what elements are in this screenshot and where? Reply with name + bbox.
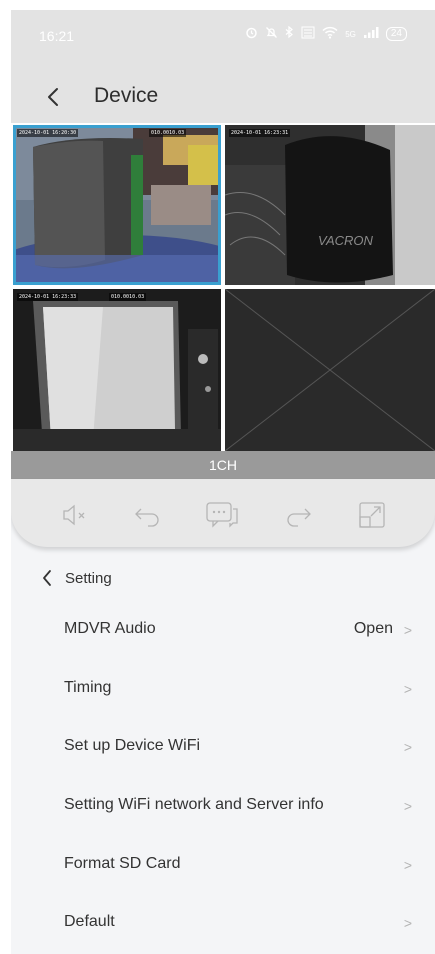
chat-bubble-icon (206, 502, 238, 528)
menu-item-label: Setting WiFi network and Server info (64, 796, 324, 814)
chevron-right-icon: > (403, 622, 412, 638)
chevron-right-icon: > (403, 680, 412, 697)
channel-3-timestamp: 2024-10-01 16:23:33 (17, 293, 79, 301)
network-type-icon: 5G (345, 29, 356, 39)
brand-logo-text: VACRON (318, 233, 374, 248)
page-title: Device (94, 84, 159, 107)
menu-item-timing[interactable]: Timing > (11, 659, 435, 718)
camera-feed-3-image (13, 289, 221, 451)
playback-controls (11, 479, 435, 547)
status-bar: 16:21 5G 24 (11, 10, 435, 62)
channel-2-timestamp: 2024-10-01 16:23:31 (229, 129, 291, 137)
chevron-left-icon (48, 88, 58, 106)
camera-feed-2-image: VACRON (225, 125, 435, 285)
menu-item-label: MDVR Audio (64, 620, 156, 637)
menu-item-label: Format SD Card (64, 854, 181, 872)
no-signal-placeholder (225, 289, 435, 451)
fullscreen-button[interactable] (356, 499, 388, 531)
net-speed-icon (301, 26, 315, 42)
speaker-mute-icon (63, 504, 85, 526)
chevron-right-icon: > (403, 915, 412, 932)
menu-item-label: Timing (64, 678, 112, 696)
video-grid: 2024-10-01 16:20:30 010.0010.03 VACRON 2… (11, 123, 435, 451)
menu-item-device-wifi[interactable]: Set up Device WiFi > (11, 717, 435, 776)
channel-3-info: 010.0010.03 (109, 293, 147, 301)
menu-item-default[interactable]: Default > (11, 893, 435, 952)
header-area: 16:21 5G 24 Device (11, 10, 435, 123)
video-channel-4-empty[interactable] (225, 289, 435, 451)
chevron-right-icon: > (403, 798, 412, 815)
chevron-left-icon (43, 570, 51, 586)
setting-title: Setting (65, 569, 112, 587)
bluetooth-icon (285, 25, 294, 42)
app-screen: 16:21 5G 24 Device 2024-10-01 16:20:30 0… (11, 10, 435, 954)
mute-button[interactable] (58, 499, 90, 531)
redo-button[interactable] (283, 499, 315, 531)
setting-back-header[interactable]: Setting (41, 566, 112, 590)
mute-bell-icon (265, 26, 278, 42)
talk-button[interactable] (205, 499, 238, 531)
menu-item-value: Open (353, 620, 393, 637)
status-icons: 5G 24 (245, 25, 407, 42)
settings-list: MDVR Audio Open > Timing > Set up Device… (11, 600, 435, 952)
menu-item-label: Set up Device WiFi (64, 737, 201, 755)
menu-item-wifi-server-info[interactable]: Setting WiFi network and Server info > (11, 776, 435, 835)
menu-item-label: Default (64, 913, 115, 931)
back-button[interactable] (41, 80, 71, 114)
alarm-icon (245, 26, 258, 42)
channel-1-info: 010.0010.03 (149, 129, 187, 137)
chevron-right-icon: > (403, 739, 412, 756)
redo-arrow-icon (287, 508, 311, 527)
camera-feed-1-image (13, 125, 221, 285)
wifi-icon (322, 26, 338, 42)
fullscreen-icon (359, 502, 385, 528)
video-channel-2[interactable]: VACRON 2024-10-01 16:23:31 (225, 125, 435, 285)
channel-indicator[interactable]: 1CH (11, 451, 435, 479)
signal-icon (363, 26, 379, 42)
channel-1-timestamp: 2024-10-01 16:20:30 (17, 129, 79, 137)
menu-item-mdvr-audio[interactable]: MDVR Audio Open > (11, 600, 435, 659)
nav-bar: Device (11, 78, 435, 118)
chevron-right-icon: > (403, 856, 412, 873)
video-channel-3[interactable]: 2024-10-01 16:23:33 010.0010.03 (13, 289, 221, 451)
status-time: 16:21 (39, 28, 75, 44)
video-channel-1[interactable]: 2024-10-01 16:20:30 010.0010.03 (13, 125, 221, 285)
undo-button[interactable] (131, 499, 163, 531)
battery-icon: 24 (385, 27, 407, 41)
undo-arrow-icon (135, 508, 159, 527)
menu-item-format-sd[interactable]: Format SD Card > (11, 835, 435, 894)
